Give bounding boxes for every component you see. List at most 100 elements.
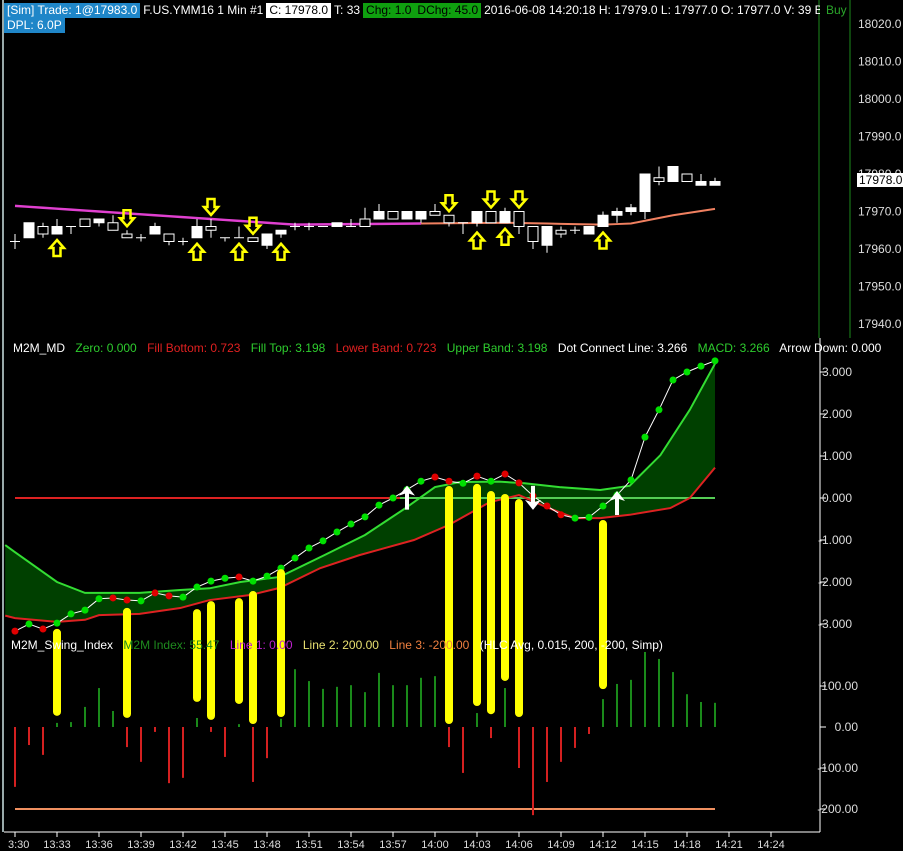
- time-axis-label: 13:42: [169, 839, 197, 851]
- macd-dot-up: [417, 477, 425, 485]
- macd-dot-down: [543, 502, 551, 510]
- buy-signal-arrow-icon: [271, 241, 291, 261]
- candle-down: [247, 237, 259, 242]
- buy-signal-arrow-icon: [229, 241, 249, 261]
- candle-up: [415, 211, 427, 220]
- macd-dot-up: [669, 376, 677, 384]
- md-macd: MACD: 3.266: [697, 341, 770, 355]
- macd-dot-up: [305, 544, 313, 552]
- swing-axis-label: 100.00: [821, 679, 858, 693]
- md-arrow-down: Arrow Down: 0.000: [779, 341, 882, 355]
- macd-dot-up: [319, 537, 327, 545]
- swing-line3: Line 3: -200.00: [389, 638, 470, 652]
- candle-up: [611, 211, 623, 216]
- candle-up: [401, 211, 413, 220]
- candle-up: [261, 233, 273, 246]
- time-axis-label: 14:18: [673, 839, 701, 851]
- sell-signal-arrow-icon: [201, 197, 221, 217]
- time-axis-label: 13:57: [379, 839, 407, 851]
- swing-line1: Line 1: 0.00: [229, 638, 293, 652]
- macd-dot-down: [501, 470, 509, 478]
- macd-dot-down: [235, 573, 243, 581]
- price-axis-label: 17940.0: [858, 317, 902, 331]
- candle-down: [443, 214, 455, 224]
- candle-down: [555, 229, 567, 235]
- md-fill-top: Fill Top: 3.198: [250, 341, 326, 355]
- macd-dot-down: [473, 472, 481, 480]
- candle-down: [387, 211, 399, 220]
- macd-dot-down: [109, 594, 117, 602]
- sell-signal-arrow-icon: [243, 216, 263, 236]
- md-axis-label: -1.000: [818, 533, 852, 547]
- candle-up: [499, 211, 511, 224]
- candle-up: [23, 222, 35, 239]
- candle-down: [681, 173, 693, 182]
- upper-band-line: [4, 363, 716, 594]
- macd-dot-up: [599, 502, 607, 510]
- candle-up: [639, 173, 651, 212]
- macd-dot-up: [263, 572, 271, 580]
- macd-dot-up: [249, 577, 257, 585]
- price-axis-label: 18000.0: [858, 92, 902, 106]
- macd-dot-up: [487, 477, 495, 485]
- macd-dot-up: [655, 406, 663, 414]
- candle-up: [275, 229, 287, 235]
- price-panel: [10, 166, 721, 261]
- candle-down: [107, 222, 119, 231]
- swing-axis-label: -200.00: [817, 802, 858, 816]
- buy-signal-arrow-icon: [47, 238, 67, 258]
- dpl-label: DPL: 6.0P: [4, 18, 65, 33]
- candle-down: [205, 226, 217, 231]
- swing-axis-label: -100.00: [817, 761, 858, 775]
- ticks-value: T: 33: [334, 3, 361, 17]
- time-axis-label: 14:00: [421, 839, 449, 851]
- price-axis-label: 17970.0: [858, 205, 902, 219]
- md-axis-label: 3.000: [822, 365, 852, 379]
- macd-dot-down: [151, 589, 159, 597]
- macd-dot-up: [95, 595, 103, 603]
- candle-down: [359, 218, 371, 227]
- daily-change-value: DChg: 45.0: [414, 3, 482, 18]
- candle-down: [163, 233, 175, 242]
- macd-dot-up: [683, 368, 691, 376]
- price-axis-label: 18020.0: [858, 17, 902, 31]
- macd-dot-up: [711, 357, 719, 365]
- macd-dot-up: [137, 597, 145, 605]
- time-axis-label: 14:12: [589, 839, 617, 851]
- md-axis-label: -2.000: [818, 575, 852, 589]
- macd-dot-up: [207, 577, 215, 585]
- last-price-marker: 17978.0: [857, 173, 903, 187]
- macd-dot-up: [67, 610, 75, 618]
- macd-dot-up: [459, 479, 467, 487]
- candle-down: [429, 211, 441, 216]
- time-axis-label: 13:54: [337, 839, 365, 851]
- macd-dot-up: [389, 494, 397, 502]
- macd-dot-down: [557, 511, 565, 519]
- candle-up: [709, 181, 721, 186]
- time-axis-label: 13:51: [295, 839, 323, 851]
- time-axis-label: 13:48: [253, 839, 281, 851]
- macd-dot-down: [123, 596, 131, 604]
- candle-up: [583, 226, 595, 235]
- md-axis-label: 1.000: [822, 449, 852, 463]
- macd-dot-up: [25, 620, 33, 628]
- candle-up: [597, 214, 609, 227]
- swing-panel: [14, 651, 716, 816]
- macd-dot-up: [571, 514, 579, 522]
- axes: 18020.018010.018000.017990.017980.017970…: [8, 17, 902, 851]
- macd-dot-down: [431, 473, 439, 481]
- time-axis-label: 14:15: [631, 839, 659, 851]
- macd-dot-up: [53, 619, 61, 627]
- chart-canvas[interactable]: 18020.018010.018000.017990.017980.017970…: [0, 0, 903, 851]
- macd-dot-up: [81, 606, 89, 614]
- macd-dot-up: [585, 513, 593, 521]
- swing-legend: M2M_Swing_Index M2M Index: 55.47 Line 1:…: [11, 638, 670, 652]
- sim-trade-label[interactable]: [Sim] Trade: 1@17983.0: [4, 3, 141, 18]
- md-dot-connect: Dot Connect Line: 3.266: [557, 341, 688, 355]
- time-axis-label: 14:24: [757, 839, 785, 851]
- swing-name: M2M_Swing_Index: [11, 638, 114, 652]
- candle-up: [471, 211, 483, 224]
- buy-signal-arrow-icon: [593, 230, 613, 250]
- buy-column-header[interactable]: Buy: [826, 3, 847, 17]
- price-axis-label: 17960.0: [858, 242, 902, 256]
